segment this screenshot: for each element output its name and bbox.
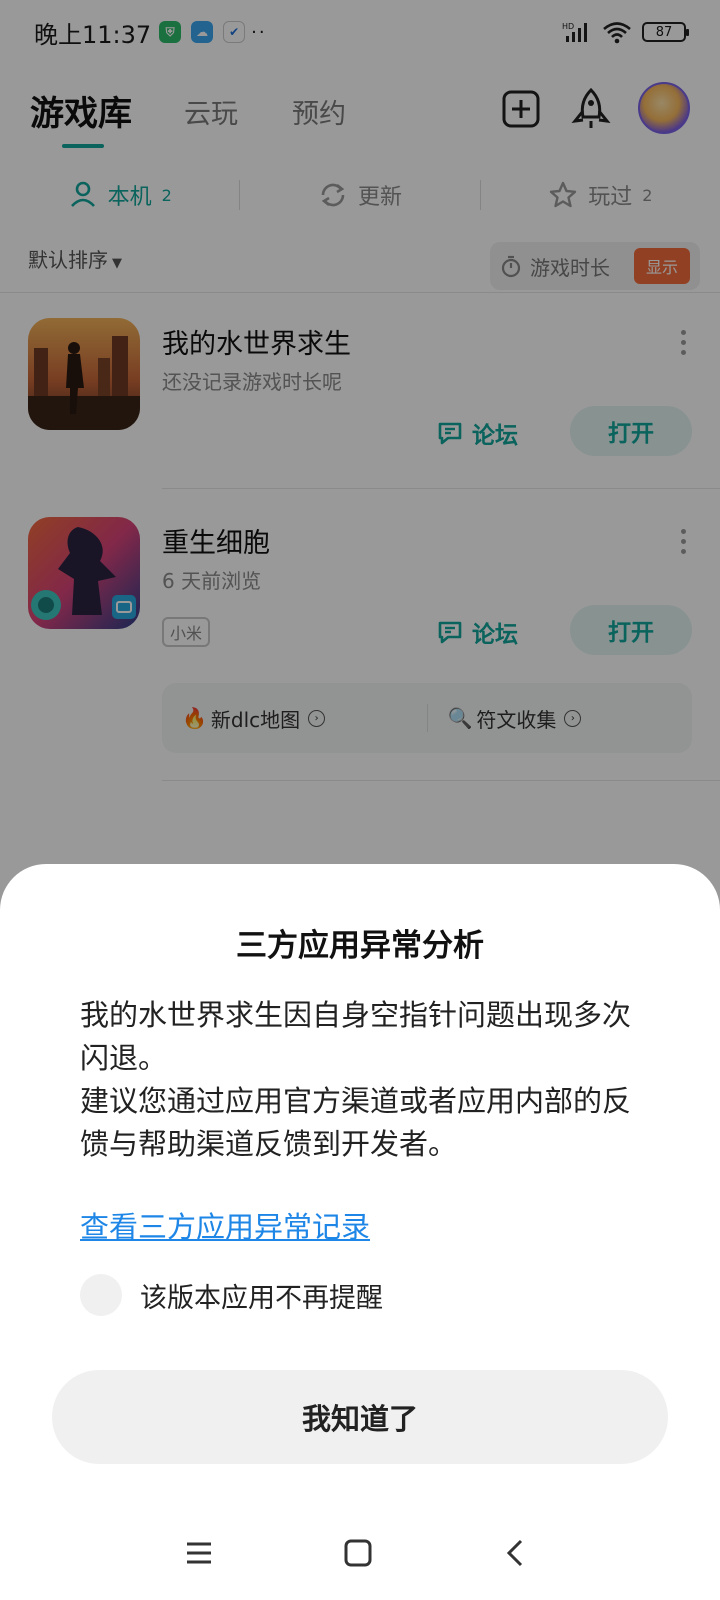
dialog-title: 三方应用异常分析: [236, 928, 484, 964]
back-chevron-icon: [506, 1539, 523, 1567]
dialog-message-line: 我的水世界求生因自身空指针问题出现多次闪退。: [80, 998, 632, 1075]
home-square-icon: [344, 1539, 372, 1567]
dont-remind-option[interactable]: 该版本应用不再提醒: [80, 1274, 383, 1316]
back-button[interactable]: [490, 1528, 540, 1578]
dialog-message-line: 建议您通过应用官方渠道或者应用内部的反馈与帮助渠道反馈到开发者。: [80, 1084, 632, 1161]
dont-remind-label: 该版本应用不再提醒: [140, 1282, 383, 1314]
home-button[interactable]: [333, 1528, 383, 1578]
system-nav-bar: [0, 1508, 720, 1600]
view-crash-records-link[interactable]: 查看三方应用异常记录: [80, 1204, 370, 1246]
dont-remind-checkbox[interactable]: [80, 1274, 122, 1316]
dialog-message: 我的水世界求生因自身空指针问题出现多次闪退。 建议您通过应用官方渠道或者应用内部…: [80, 994, 640, 1166]
menu-button[interactable]: [174, 1528, 224, 1578]
confirm-button[interactable]: 我知道了: [52, 1370, 668, 1464]
crash-analysis-dialog: 三方应用异常分析 我的水世界求生因自身空指针问题出现多次闪退。 建议您通过应用官…: [0, 864, 720, 1600]
menu-icon: [187, 1542, 211, 1564]
